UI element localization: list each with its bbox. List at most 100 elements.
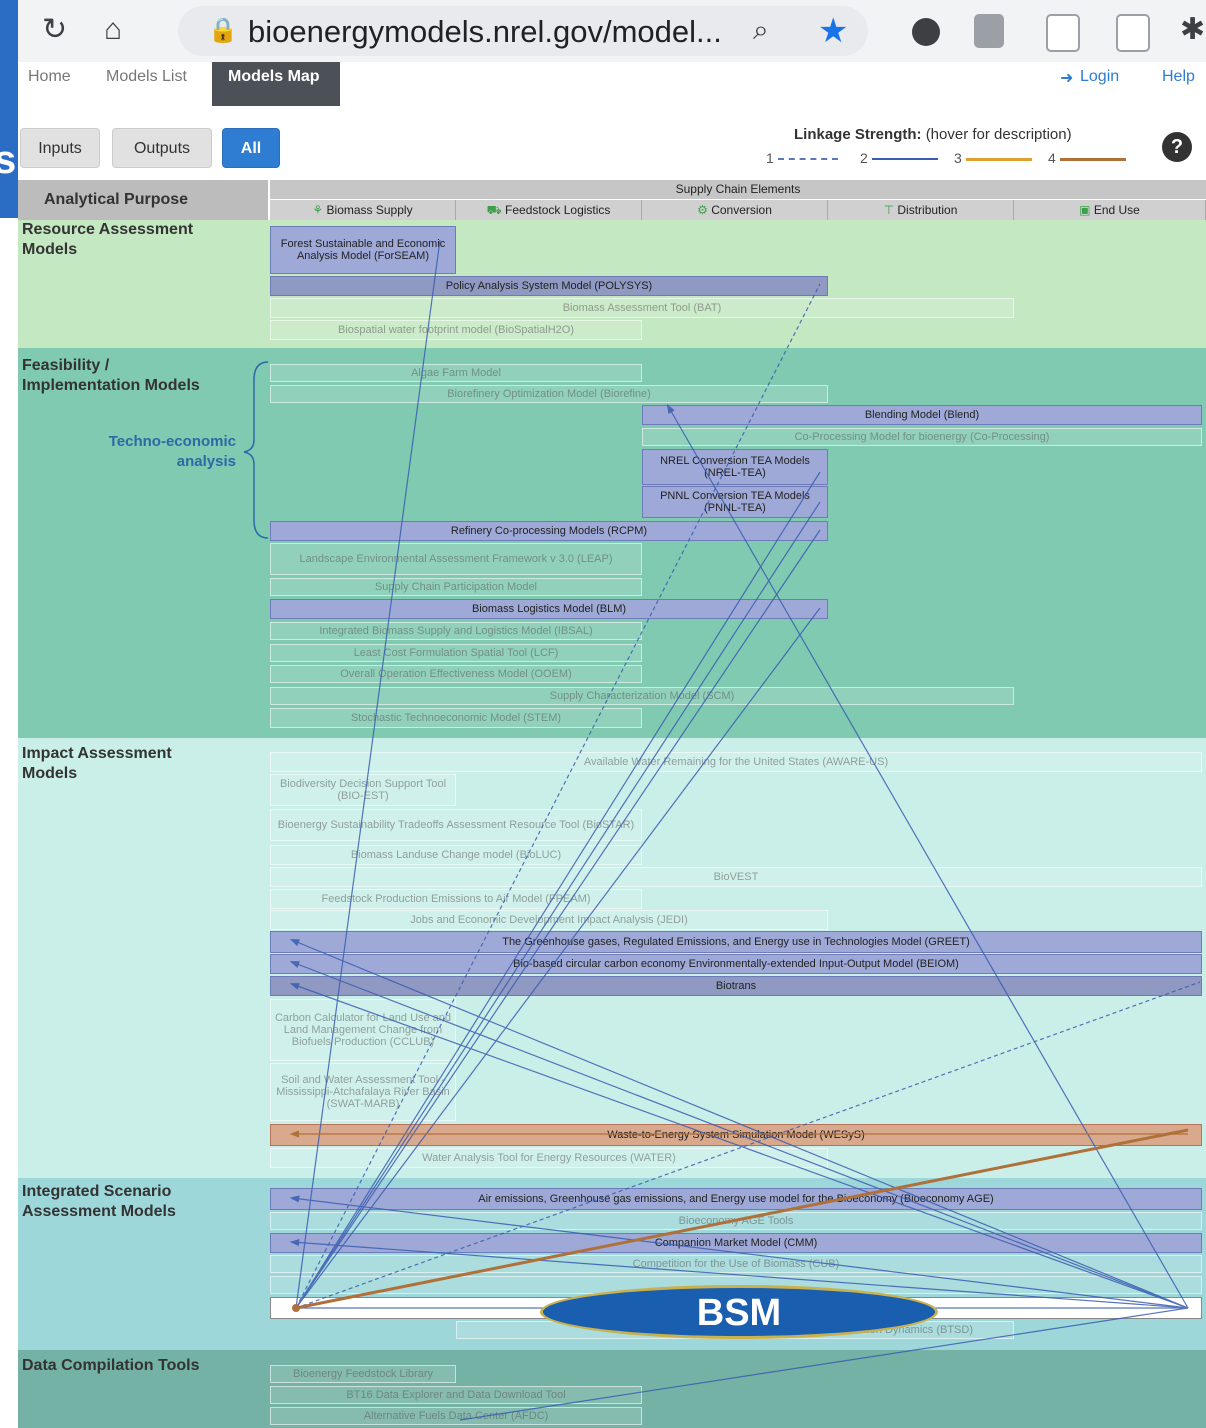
legend-level-1[interactable]: 1 [766,150,774,166]
nav-models-list[interactable]: Models List [106,68,187,86]
model-algae[interactable]: Algae Farm Model [270,364,642,382]
extension-g-icon[interactable] [974,14,1004,48]
model-blend[interactable]: Blending Model (Blend) [642,405,1202,425]
section-label-feasibility: Feasibility / Implementation Models [22,357,200,394]
model-cclub[interactable]: Carbon Calculator for Land Use and Land … [270,999,456,1061]
model-ibsal[interactable]: Integrated Biomass Supply and Logistics … [270,622,642,640]
model-afdc[interactable]: Alternative Fuels Data Center (AFDC) [270,1407,642,1425]
analytical-purpose-header: Analytical Purpose [18,180,268,220]
login-icon[interactable]: ➜ [1060,68,1073,88]
legend-level-2[interactable]: 2 [860,150,868,166]
model-pnnl-tea[interactable]: PNNL Conversion TEA Models (PNNL-TEA) [642,486,828,518]
model-biorefine[interactable]: Biorefinery Optimization Model (Biorefin… [270,385,828,403]
model-coprocessing[interactable]: Co-Processing Model for bioenergy (Co-Pr… [642,428,1202,446]
outputs-filter-button[interactable]: Outputs [112,128,212,168]
pipeline-icon: ⊤ [883,203,895,217]
model-lcf[interactable]: Least Cost Formulation Spatial Tool (LCF… [270,644,642,662]
address-bar[interactable]: 🔒 bioenergymodels.nrel.gov/model... ⌕ ★ [178,6,868,56]
nav-models-map[interactable]: Models Map [212,62,340,106]
brace-icon [243,361,269,539]
column-distribution: ⊤ Distribution [828,200,1014,220]
model-cmm[interactable]: Companion Market Model (CMM) [270,1233,1202,1253]
model-bio-est[interactable]: Biodiversity Decision Support Tool (BIO-… [270,774,456,806]
column-label: Conversion [711,203,772,217]
section-label-integrated: Integrated Scenario Assessment Models [22,1183,176,1220]
model-biotrans[interactable]: Biotrans [270,976,1202,996]
zoom-icon[interactable]: ⌕ [753,14,769,47]
column-biomass-supply: ⚘ Biomass Supply [270,200,456,220]
model-beiom[interactable]: Bio-based circular carbon economy Enviro… [270,954,1202,974]
model-biospatial[interactable]: Biospatial water footprint model (BioSpa… [270,320,642,340]
top-nav: Home Models List Models Map ➜ Login Help [18,62,1206,106]
model-bioeconomy-age[interactable]: Air emissions, Greenhouse gas emissions,… [270,1188,1202,1210]
supply-chain-header: Supply Chain Elements [270,180,1206,199]
model-leap[interactable]: Landscape Environmental Assessment Frame… [270,543,642,575]
browser-toolbar: ↻ ⌂ 🔒 bioenergymodels.nrel.gov/model... … [0,0,1206,62]
extension-circle-icon[interactable] [912,18,940,46]
legend-hint: (hover for description) [925,126,1072,143]
car-icon: ▣ [1079,203,1091,217]
legend-line-1 [778,158,838,160]
column-label: Biomass Supply [326,203,413,217]
section-label-resource: Resource Assessment Models [22,221,194,258]
reload-icon[interactable]: ↻ [42,12,67,48]
model-cub[interactable]: Competition for the Use of Biomass (CUB) [270,1255,1202,1273]
legend-line-4 [1060,158,1126,161]
model-polysys[interactable]: Policy Analysis System Model (POLYSYS) [270,276,828,296]
model-biovest[interactable]: BioVEST [270,867,1202,887]
nav-home[interactable]: Home [28,68,71,86]
puzzle-icon[interactable]: ✱ [1180,12,1205,48]
model-wesys[interactable]: Waste-to-Energy System Simulation Model … [270,1124,1202,1146]
legend-level-4[interactable]: 4 [1048,150,1056,166]
inputs-filter-button[interactable]: Inputs [20,128,100,168]
extension-b-icon[interactable] [1116,14,1150,52]
model-swat-marb[interactable]: Soil and Water Assessment Tool - Mississ… [270,1063,456,1121]
model-aware[interactable]: Available Water Remaining for the United… [270,752,1202,772]
column-conversion: ⚙ Conversion [642,200,828,220]
gears-icon: ⚙ [697,203,708,217]
model-forseam[interactable]: Forest Sustainable and Economic Analysis… [270,226,456,274]
legend-line-3 [966,158,1032,161]
column-feedstock-logistics: ⛟ Feedstock Logistics [456,200,642,220]
model-rcpm[interactable]: Refinery Co-processing Models (RCPM) [270,521,828,541]
model-biostar[interactable]: Bioenergy Sustainability Tradeoffs Asses… [270,809,642,841]
model-bat[interactable]: Biomass Assessment Tool (BAT) [270,298,1014,318]
help-icon[interactable]: ? [1162,132,1192,162]
model-ooem[interactable]: Overall Operation Effectiveness Model (O… [270,665,642,683]
model-waters[interactable]: Water Analysis Tool for Energy Resources… [270,1148,828,1168]
slide-edge: s [0,0,18,218]
section-label-data: Data Compilation Tools [22,1357,200,1374]
lock-icon: 🔒 [208,17,238,44]
sprout-icon: ⚘ [312,203,324,217]
section-label-impact: Impact Assessment Models [22,745,172,782]
model-fpeam[interactable]: Feedstock Production Emissions to Air Mo… [270,889,642,909]
model-bioluc[interactable]: Biomass Landuse Change model (BioLUC) [270,845,642,865]
column-label: Distribution [897,203,958,217]
model-blm[interactable]: Biomass Logistics Model (BLM) [270,599,828,619]
model-scpm[interactable]: Supply Chain Participation Model [270,578,642,596]
model-nrel-tea[interactable]: NREL Conversion TEA Models (NREL-TEA) [642,449,828,485]
legend-line-2 [872,158,938,160]
model-bfl[interactable]: Bioenergy Feedstock Library [270,1365,456,1383]
bsm-label[interactable]: BSM [540,1285,938,1339]
slide-edge-text: s [0,138,17,182]
column-label: End Use [1093,203,1140,217]
truck-icon: ⛟ [486,203,502,217]
model-jedi[interactable]: Jobs and Economic Development Impact Ana… [270,910,828,930]
model-bioeconomy-tools[interactable]: Bioeconomy AGE Tools [270,1212,1202,1230]
star-icon[interactable]: ★ [818,11,848,51]
legend-level-3[interactable]: 3 [954,150,962,166]
all-filter-button[interactable]: All [222,128,280,168]
nav-login[interactable]: Login [1080,68,1119,86]
nav-help[interactable]: Help [1162,68,1195,86]
model-stem[interactable]: Stochastic Technoeconomic Model (STEM) [270,708,642,728]
model-scm[interactable]: Supply Characterization Model (SCM) [270,687,1014,705]
column-label: Feedstock Logistics [505,203,611,217]
column-end-use: ▣ End Use [1014,200,1206,220]
model-bt16[interactable]: BT16 Data Explorer and Data Download Too… [270,1386,642,1404]
legend-title-label: Linkage Strength: [794,126,922,143]
extension-doc-icon[interactable] [1046,14,1080,52]
home-icon[interactable]: ⌂ [104,12,122,48]
model-greet[interactable]: The Greenhouse gases, Regulated Emission… [270,931,1202,953]
url-text: bioenergymodels.nrel.gov/model... [248,14,722,49]
